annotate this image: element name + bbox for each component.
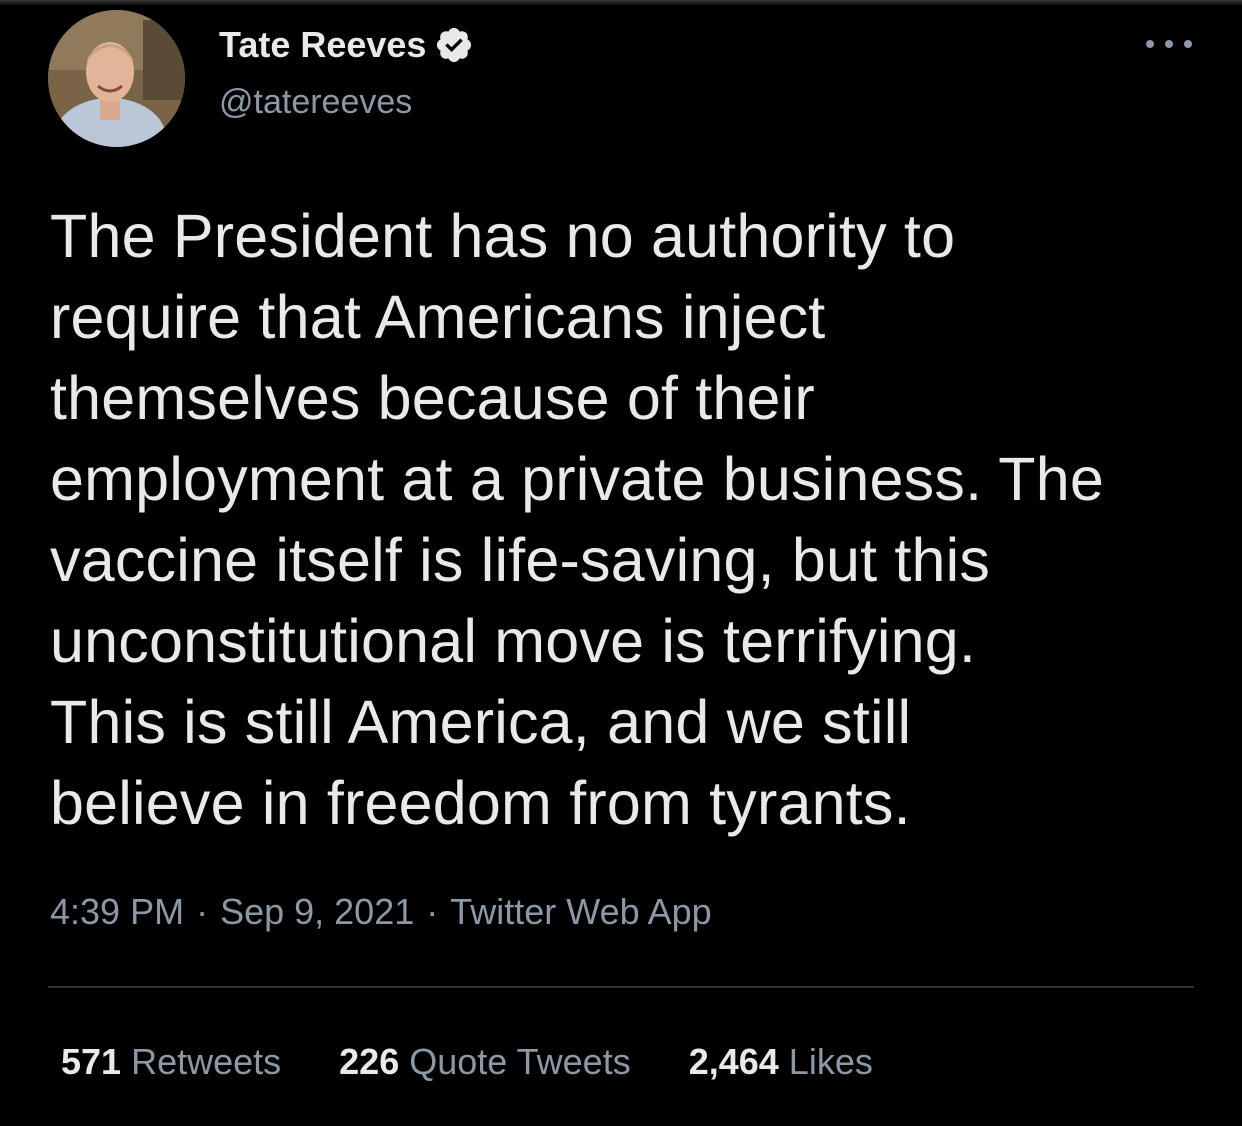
more-options-icon[interactable] (1146, 34, 1192, 54)
tweet-text-line: employment at a private business. The (50, 445, 1104, 513)
author-handle[interactable]: @tatereeves (219, 80, 412, 124)
top-border (0, 0, 1242, 6)
tweet-date[interactable]: Sep 9, 2021 (220, 891, 414, 932)
avatar[interactable] (48, 10, 185, 147)
engagement-stats: 571 Retweets 226 Quote Tweets 2,464 Likes (61, 1038, 931, 1086)
tweet-time[interactable]: 4:39 PM (50, 891, 184, 932)
quote-tweets-label: Quote Tweets (409, 1041, 631, 1082)
verified-badge-icon (434, 25, 474, 65)
retweets-label: Retweets (131, 1041, 282, 1082)
tweet-metadata: 4:39 PM · Sep 9, 2021 · Twitter Web App (50, 888, 712, 936)
tweet-text-line: themselves because of their (50, 364, 815, 432)
meta-separator: · (426, 891, 439, 932)
tweet-text: The President has no authority to requir… (50, 196, 1210, 844)
quote-tweets-stat[interactable]: 226 Quote Tweets (339, 1038, 631, 1086)
meta-separator: · (196, 891, 209, 932)
tweet-source[interactable]: Twitter Web App (450, 891, 711, 932)
author-display-name-row[interactable]: Tate Reeves (219, 22, 474, 68)
more-dot (1146, 40, 1154, 48)
more-dot (1165, 40, 1173, 48)
likes-count: 2,464 (688, 1041, 779, 1082)
tweet-text-line: This is still America, and we still (50, 688, 912, 756)
retweets-count: 571 (61, 1041, 122, 1082)
tweet-text-line: believe in freedom from tyrants. (50, 769, 911, 837)
retweets-stat[interactable]: 571 Retweets (61, 1038, 281, 1086)
tweet-text-line: unconstitutional move is terrifying. (50, 607, 977, 675)
stats-divider (48, 986, 1194, 988)
tweet-text-line: The President has no authority to (50, 202, 956, 270)
author-display-name[interactable]: Tate Reeves (219, 22, 426, 68)
more-dot (1184, 40, 1192, 48)
avatar-image (48, 10, 185, 147)
quote-tweets-count: 226 (339, 1041, 400, 1082)
tweet-text-line: vaccine itself is life-saving, but this (50, 526, 991, 594)
likes-stat[interactable]: 2,464 Likes (689, 1038, 873, 1086)
likes-label: Likes (788, 1041, 873, 1082)
tweet-text-line: require that Americans inject (50, 283, 826, 351)
